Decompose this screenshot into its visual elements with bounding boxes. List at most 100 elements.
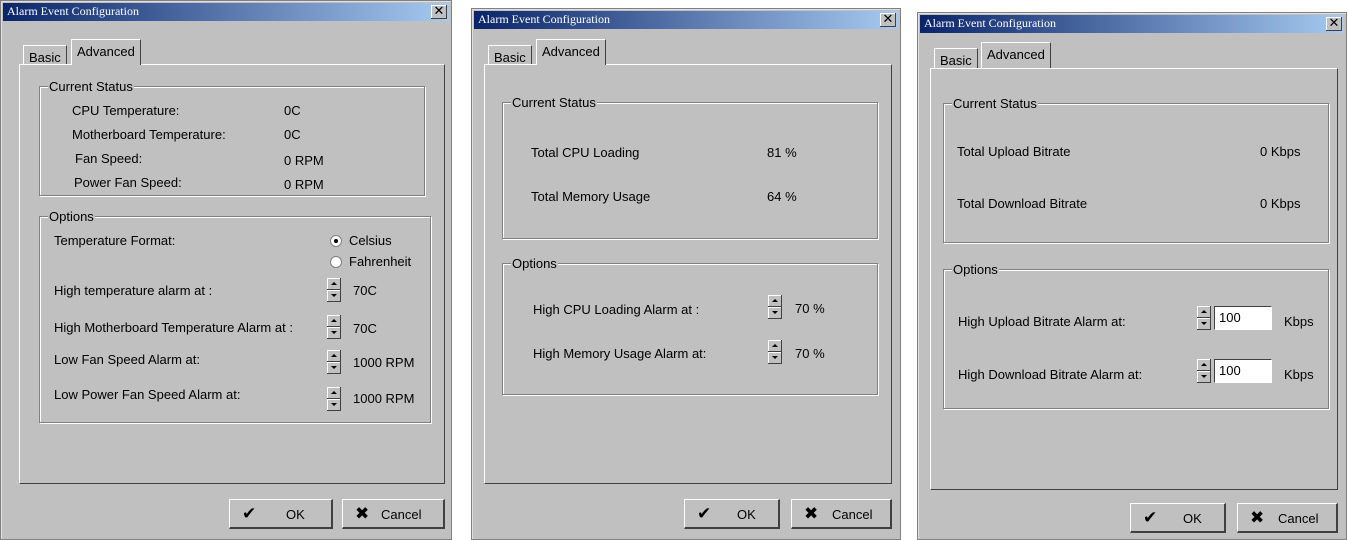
title-bar[interactable]: Alarm Event Configuration ✕	[3, 3, 449, 21]
tab-advanced[interactable]: Advanced	[71, 39, 141, 65]
dialog-system: Alarm Event Configuration ✕ Basic Advanc…	[471, 8, 901, 540]
option-label: High temperature alarm at :	[54, 283, 213, 298]
status-value: 0C	[284, 103, 301, 118]
download-threshold-input[interactable]: 100	[1214, 359, 1272, 383]
spin-button[interactable]	[327, 350, 341, 374]
dialog-network: Alarm Event Configuration ✕ Basic Advanc…	[917, 12, 1347, 540]
cancel-button[interactable]: ✖ Cancel	[1237, 503, 1338, 533]
option-label: High Motherboard Temperature Alarm at :	[54, 320, 293, 335]
title-bar[interactable]: Alarm Event Configuration ✕	[474, 11, 898, 29]
group-title: Current Status	[511, 95, 597, 110]
close-button[interactable]: ✕	[880, 13, 896, 27]
ok-button[interactable]: ✔ OK	[684, 499, 780, 529]
close-button[interactable]: ✕	[431, 5, 447, 19]
option-label: High Download Bitrate Alarm at:	[958, 367, 1143, 382]
tab-advanced[interactable]: Advanced	[981, 42, 1051, 68]
spin-up-icon[interactable]	[1197, 306, 1211, 318]
spin-up-icon[interactable]	[327, 387, 341, 399]
x-icon: ✖	[355, 504, 370, 524]
radio-celsius[interactable]	[330, 235, 342, 247]
temperature-format-label: Temperature Format:	[54, 233, 176, 248]
ok-button[interactable]: ✔ OK	[229, 499, 333, 529]
option-value: 1000 RPM	[353, 391, 415, 406]
check-icon: ✔	[697, 504, 712, 524]
x-icon: ✖	[804, 504, 819, 524]
status-value: 0C	[284, 127, 301, 142]
spin-up-icon[interactable]	[768, 295, 782, 307]
status-label: Total CPU Loading	[531, 145, 640, 160]
spin-button[interactable]	[1197, 359, 1211, 383]
upload-threshold-input[interactable]: 100	[1214, 306, 1272, 330]
cancel-label: Cancel	[832, 507, 873, 522]
current-status-group: Current Status Total Upload Bitrate 0 Kb…	[943, 96, 1329, 243]
spin-down-icon[interactable]	[768, 307, 782, 319]
title-bar[interactable]: Alarm Event Configuration ✕	[920, 15, 1344, 33]
tab-basic[interactable]: Basic	[934, 48, 978, 70]
tab-advanced[interactable]: Advanced	[536, 39, 606, 65]
spin-up-icon[interactable]	[768, 340, 782, 352]
cancel-button[interactable]: ✖ Cancel	[342, 499, 445, 529]
window-title: Alarm Event Configuration	[478, 12, 610, 26]
spin-button[interactable]	[327, 315, 341, 339]
radio-celsius-label[interactable]: Celsius	[349, 233, 392, 248]
current-status-group: Current Status Total CPU Loading 81 % To…	[502, 95, 878, 239]
status-label: Fan Speed:	[75, 151, 143, 166]
spin-down-icon[interactable]	[327, 362, 341, 374]
group-title: Current Status	[952, 96, 1038, 111]
spin-down-icon[interactable]	[1197, 371, 1211, 383]
tab-panel: Current Status Total CPU Loading 81 % To…	[484, 64, 892, 484]
spin-button[interactable]	[327, 278, 341, 302]
spin-button[interactable]	[1197, 306, 1211, 330]
status-label: Motherboard Temperature:	[72, 127, 226, 142]
status-value: 0 RPM	[284, 177, 324, 192]
group-title: Options	[952, 262, 999, 277]
option-value: 1000 RPM	[353, 355, 415, 370]
spin-down-icon[interactable]	[327, 399, 341, 411]
ok-button[interactable]: ✔ OK	[1130, 503, 1226, 533]
option-value: 70C	[353, 283, 377, 298]
options-group: Options Temperature Format: Celsius Fahr…	[39, 209, 431, 423]
spin-down-icon[interactable]	[327, 327, 341, 339]
radio-fahrenheit-label[interactable]: Fahrenheit	[349, 254, 411, 269]
status-label: Power Fan Speed:	[74, 175, 182, 190]
spin-down-icon[interactable]	[768, 352, 782, 364]
tab-panel: Current Status CPU Temperature: 0C Mothe…	[19, 64, 445, 484]
spin-down-icon[interactable]	[327, 290, 341, 302]
current-status-group: Current Status CPU Temperature: 0C Mothe…	[39, 79, 425, 196]
group-title: Options	[511, 256, 558, 271]
option-value: 70 %	[795, 301, 825, 316]
option-label: High Upload Bitrate Alarm at:	[958, 314, 1126, 329]
option-label: High CPU Loading Alarm at :	[533, 302, 700, 317]
x-icon: ✖	[1250, 508, 1265, 528]
status-value: 64 %	[767, 189, 797, 204]
option-value: 70C	[353, 321, 377, 336]
window-title: Alarm Event Configuration	[924, 16, 1056, 30]
group-title: Options	[48, 209, 95, 224]
spin-up-icon[interactable]	[1197, 359, 1211, 371]
cancel-button[interactable]: ✖ Cancel	[791, 499, 892, 529]
status-label: Total Memory Usage	[531, 189, 651, 204]
status-value: 0 Kbps	[1260, 196, 1301, 211]
unit-label: Kbps	[1284, 314, 1314, 329]
radio-fahrenheit[interactable]	[330, 256, 342, 268]
option-label: High Memory Usage Alarm at:	[533, 346, 707, 361]
check-icon: ✔	[242, 504, 257, 524]
ok-label: OK	[286, 507, 305, 522]
spin-up-icon[interactable]	[327, 350, 341, 362]
spin-down-icon[interactable]	[1197, 318, 1211, 330]
spin-button[interactable]	[768, 340, 782, 364]
ok-label: OK	[737, 507, 756, 522]
spin-up-icon[interactable]	[327, 278, 341, 290]
spin-button[interactable]	[768, 295, 782, 319]
check-icon: ✔	[1143, 508, 1158, 528]
ok-label: OK	[1183, 511, 1202, 526]
spin-up-icon[interactable]	[327, 315, 341, 327]
group-title: Current Status	[48, 79, 134, 94]
dialog-hardware: Alarm Event Configuration ✕ Basic Advanc…	[0, 0, 452, 540]
option-value: 70 %	[795, 346, 825, 361]
close-button[interactable]: ✕	[1326, 17, 1342, 31]
spin-button[interactable]	[327, 387, 341, 411]
option-label: Low Power Fan Speed Alarm at:	[54, 387, 241, 402]
status-label: Total Upload Bitrate	[957, 144, 1071, 159]
window-title: Alarm Event Configuration	[7, 4, 139, 18]
